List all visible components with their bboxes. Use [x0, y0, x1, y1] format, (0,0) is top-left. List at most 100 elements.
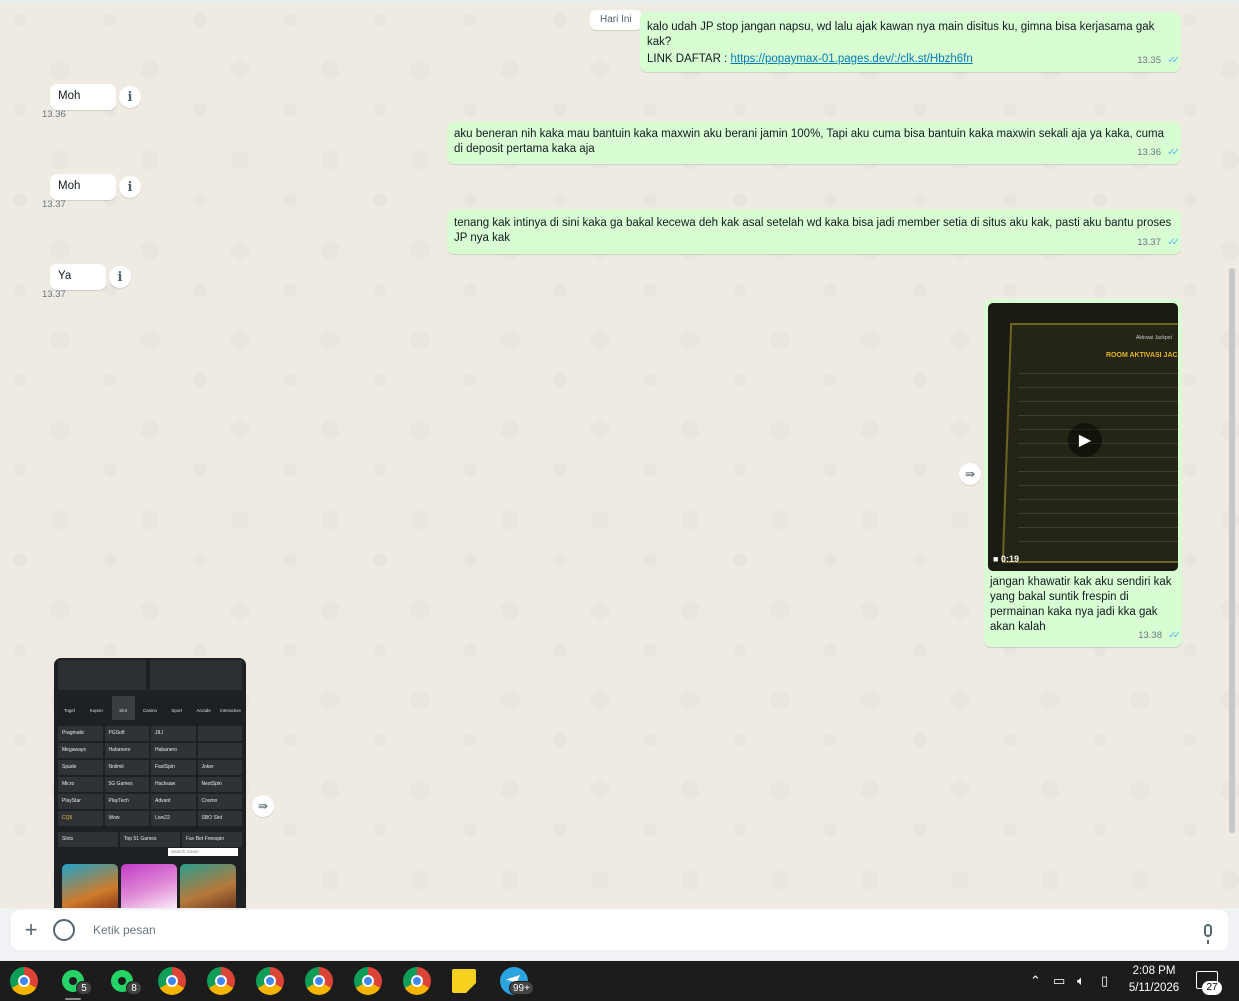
battery-icon[interactable]: ▯ [1101, 961, 1108, 1001]
provider-cell: PGSoft [104, 726, 149, 741]
message-outgoing[interactable]: tenang kak intinya di sini kaka ga bakal… [447, 210, 1181, 254]
video-table-row [1018, 373, 1178, 374]
clock-time: 2:08 PM [1132, 965, 1176, 977]
image-tab: Sport [171, 708, 183, 713]
provider-cell: Nolimit [104, 760, 149, 775]
provider-cell [197, 743, 242, 758]
filter-cell: Top 51 Games [120, 832, 180, 847]
attach-plus-icon[interactable]: + [11, 917, 51, 943]
play-icon[interactable]: ▶ [1068, 423, 1102, 457]
sticky-notes-icon[interactable] [452, 969, 476, 993]
video-table-row [1018, 485, 1178, 486]
provider-cell: Wow [104, 811, 149, 826]
image-search-field: Search Game [168, 848, 238, 856]
image-tab: Togel [64, 708, 75, 713]
chrome-icon[interactable] [10, 967, 38, 995]
provider-cell: PlayStar [58, 794, 103, 809]
chrome-profile-icon[interactable] [305, 967, 333, 995]
video-table-row [1018, 457, 1178, 458]
message-outgoing-video[interactable]: Aktivasi Jackpot ROOM AKTIVASI JAC ▶ ■ 0… [984, 299, 1182, 647]
provider-cell: Habanero [104, 743, 149, 758]
network-icon[interactable]: ▭ [1053, 961, 1065, 1001]
taskbar-badge: 5 [76, 981, 92, 995]
volume-icon[interactable]: 🔈︎ [1077, 961, 1085, 1001]
forward-icon[interactable]: ⇛ [959, 463, 981, 485]
info-icon[interactable]: i [109, 266, 131, 288]
date-chip: Hari Ini [590, 10, 642, 30]
message-incoming[interactable]: Moh 13.36 [42, 84, 116, 120]
tray-chevron-up-icon[interactable]: ⌃ [1030, 961, 1041, 1001]
message-time: 13.35 [1137, 55, 1161, 66]
message-time: 13.36 [42, 109, 66, 120]
chrome-profile-icon[interactable] [354, 967, 382, 995]
provider-cell: SBO Slot [197, 811, 242, 826]
message-text: Moh [58, 90, 81, 102]
chat-area: Hari Ini kalo udah JP stop jangan napsu,… [0, 0, 1239, 908]
clock-date: 5/11/2026 [1128, 982, 1180, 994]
image-tab: Slot [111, 696, 135, 720]
taskbar-clock[interactable]: 2:08 PM 5/11/2026 [1118, 963, 1190, 997]
provider-cell: 5G Games [104, 777, 149, 792]
chrome-profile-icon[interactable] [158, 967, 186, 995]
provider-cell: CQ9 [58, 811, 103, 826]
provider-cell: Megaways [58, 743, 103, 758]
info-icon[interactable]: i [119, 176, 141, 198]
image-tab: Casino [142, 708, 157, 713]
video-thumbnail[interactable]: Aktivasi Jackpot ROOM AKTIVASI JAC ▶ ■ 0… [988, 303, 1178, 571]
provider-cell: JILI [151, 726, 196, 741]
game-thumb [121, 864, 177, 908]
provider-cell: Habanero [151, 743, 196, 758]
forward-icon[interactable]: ⇛ [252, 795, 274, 817]
message-time: 13.37 [1137, 237, 1161, 248]
chat-scrollbar[interactable] [1229, 268, 1235, 833]
message-link[interactable]: https://popaymax-01.pages.dev/:/clk.st/H… [731, 53, 973, 65]
image-header-left [58, 660, 146, 690]
video-table-row [1018, 415, 1178, 416]
message-text: kalo udah JP stop jangan napsu, wd lalu … [647, 21, 1155, 48]
message-text: aku beneran nih kaka mau bantuin kaka ma… [454, 128, 1164, 155]
image-game-thumbs [62, 864, 242, 908]
provider-cell: Cosmo [197, 794, 242, 809]
message-outgoing[interactable]: kalo udah JP stop jangan napsu, wd lalu … [640, 12, 1181, 72]
message-time: 13.37 [42, 199, 66, 210]
emoji-sticker-icon[interactable] [53, 919, 75, 941]
provider-cell: Live22 [151, 811, 196, 826]
active-indicator [65, 998, 81, 1000]
info-icon[interactable]: i [119, 86, 141, 108]
filter-cell: Fav Bet Freespin [182, 832, 242, 847]
image-tabs: Togel Kupon Slot Casino Sport Arcade Int… [58, 696, 242, 720]
image-filter-row: Slots Top 51 Games Fav Bet Freespin [58, 832, 242, 847]
video-title: ROOM AKTIVASI JAC [1106, 352, 1178, 359]
mic-button[interactable] [1188, 923, 1228, 944]
provider-cell: Micro [58, 777, 103, 792]
chrome-profile-icon[interactable] [207, 967, 235, 995]
video-subtitle: Aktivasi Jackpot [1136, 335, 1172, 341]
composer: + [11, 910, 1228, 950]
video-duration: ■ 0:19 [993, 552, 1019, 567]
image-message[interactable]: Togel Kupon Slot Casino Sport Arcade Int… [54, 658, 246, 908]
taskbar-badge: 8 [126, 981, 142, 995]
image-tab: Arcade [196, 708, 211, 713]
chrome-profile-icon[interactable] [403, 967, 431, 995]
taskbar-badge: 99+ [509, 981, 534, 995]
video-duration-text: 0:19 [1000, 554, 1019, 564]
read-ticks-icon: ✓✓ [1167, 55, 1180, 66]
message-input[interactable] [93, 923, 1188, 937]
video-camera-icon: ■ [993, 554, 999, 564]
message-time: 13.36 [1137, 147, 1161, 158]
video-table-row [1018, 527, 1178, 528]
video-table-row [1018, 387, 1178, 388]
message-time: 13.38 [1138, 630, 1162, 641]
provider-cell: FastSpin [151, 760, 196, 775]
message-text: Moh [58, 180, 81, 192]
link-prefix: LINK DAFTAR : [647, 53, 731, 65]
taskbar: 5 8 99+ ⌃ ▭ 🔈︎ ▯ 2:08 PM 5/11/2026 27 [0, 961, 1239, 1001]
notification-badge: 27 [1202, 981, 1222, 995]
message-incoming[interactable]: Moh 13.37 [42, 174, 116, 210]
image-provider-grid: Pragmatic PGSoft JILI Megaways Habanero … [58, 726, 242, 826]
chrome-profile-icon[interactable] [256, 967, 284, 995]
message-time: 13.37 [42, 289, 66, 300]
message-outgoing[interactable]: aku beneran nih kaka mau bantuin kaka ma… [447, 122, 1181, 164]
game-thumb [62, 864, 118, 908]
message-incoming[interactable]: Ya 13.37 [42, 264, 106, 300]
